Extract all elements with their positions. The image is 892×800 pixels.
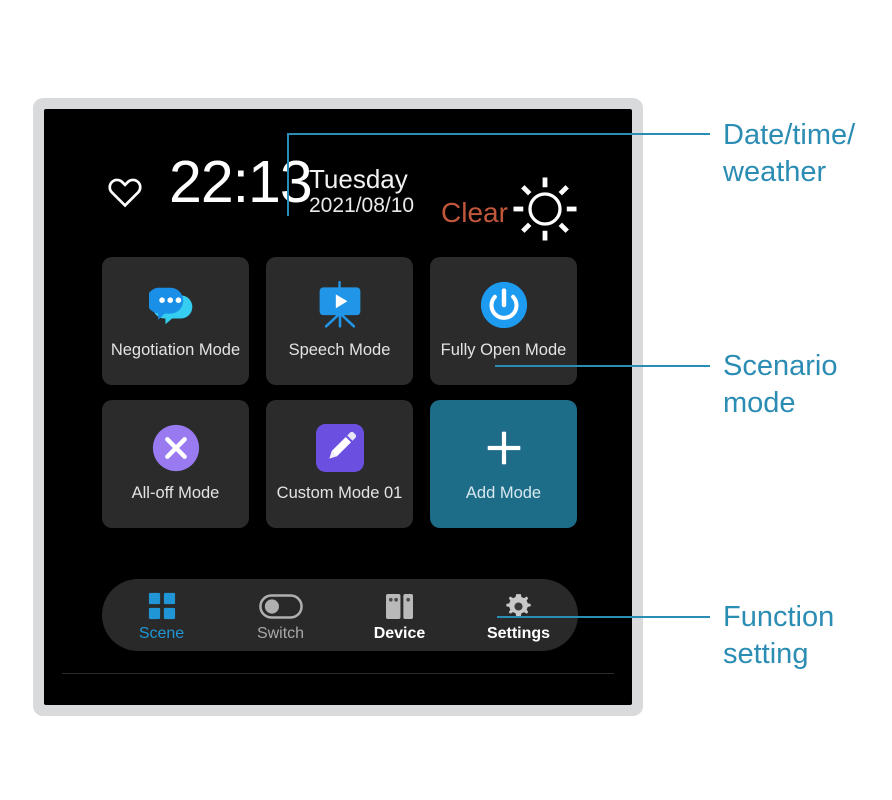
mode-tile-custom-01[interactable]: Custom Mode 01 <box>266 400 413 528</box>
date-block: Tuesday 2021/08/10 <box>309 164 415 218</box>
bottom-nav-bar: Scene Switch Device Settings <box>102 579 578 651</box>
heart-icon[interactable] <box>106 173 144 211</box>
nav-item-scene[interactable]: Scene <box>102 579 221 651</box>
toggle-off-icon <box>221 591 340 621</box>
close-circle-icon <box>102 420 249 476</box>
nav-item-device[interactable]: Device <box>340 579 459 651</box>
grid-icon <box>102 591 221 621</box>
projector-play-icon <box>266 277 413 333</box>
switch-panels-icon <box>340 591 459 621</box>
pencil-icon <box>266 420 413 476</box>
weather-text: Clear <box>441 197 508 228</box>
mode-tile-negotiation[interactable]: Negotiation Mode <box>102 257 249 385</box>
weekday-label: Tuesday <box>309 164 408 194</box>
scenario-mode-grid: Negotiation Mode Speech Mode Fully Open … <box>102 257 578 528</box>
mode-tile-all-off[interactable]: All-off Mode <box>102 400 249 528</box>
nav-item-label: Scene <box>138 625 185 642</box>
mode-tile-label: Negotiation Mode <box>110 341 241 359</box>
chat-bubbles-icon <box>102 277 249 333</box>
annotation-function-setting: Function setting <box>723 601 835 671</box>
nav-item-switch[interactable]: Switch <box>221 579 340 651</box>
annotation-datetime-weather: Date/time/ weather <box>723 119 856 189</box>
mode-tile-label: Fully Open Mode <box>440 341 567 359</box>
mode-tile-label: Add Mode <box>465 484 542 502</box>
plus-icon <box>430 420 577 476</box>
mode-tile-label: Custom Mode 01 <box>276 484 403 502</box>
device-frame: 22:13 Tuesday 2021/08/10 Clear Negotiati… <box>33 98 643 716</box>
status-bar: 22:13 Tuesday 2021/08/10 Clear <box>44 149 632 241</box>
leader-line-datetime-horizontal <box>287 133 710 135</box>
nav-item-settings[interactable]: Settings <box>459 579 578 651</box>
sun-icon <box>509 173 581 245</box>
leader-line-datetime-vertical <box>287 134 289 216</box>
nav-item-label: Switch <box>256 625 305 642</box>
screen-divider <box>62 673 614 674</box>
clock-time: 22:13 <box>169 149 313 215</box>
date-label: 2021/08/10 <box>309 194 415 218</box>
leader-line-function <box>497 616 710 618</box>
power-icon <box>430 277 577 333</box>
leader-line-scenario <box>495 365 710 367</box>
mode-tile-label: Speech Mode <box>288 341 391 359</box>
annotation-scenario-mode: Scenario mode <box>723 350 838 420</box>
mode-tile-speech[interactable]: Speech Mode <box>266 257 413 385</box>
nav-item-label: Settings <box>486 625 551 642</box>
mode-tile-add[interactable]: Add Mode <box>430 400 577 528</box>
nav-item-label: Device <box>373 625 426 642</box>
mode-tile-label: All-off Mode <box>131 484 220 502</box>
